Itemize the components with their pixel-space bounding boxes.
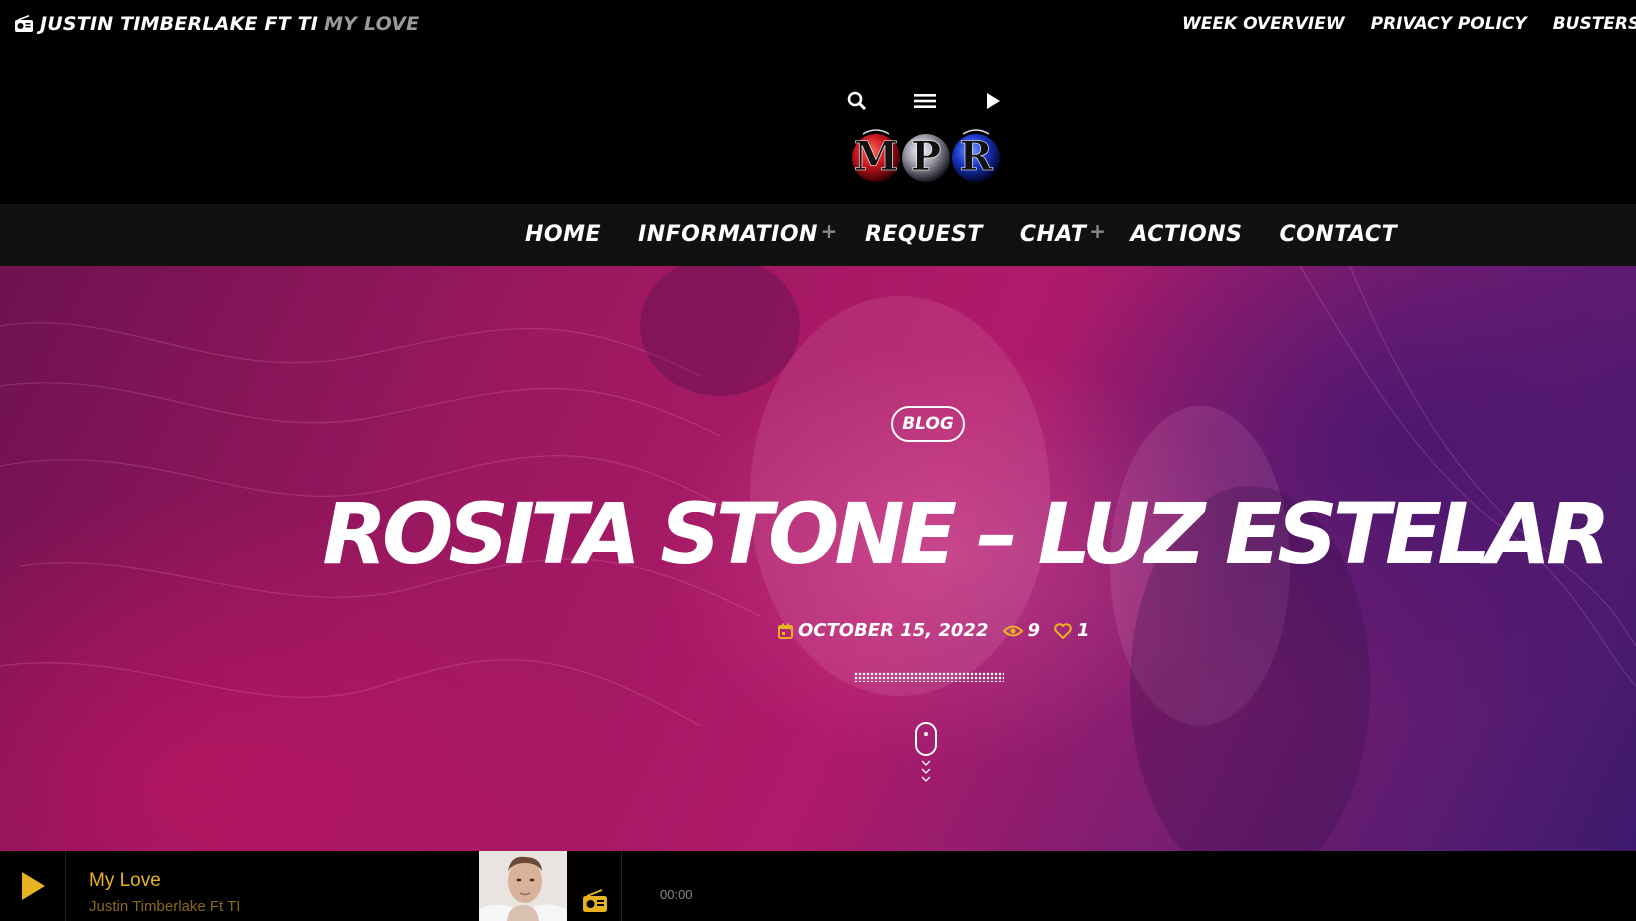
calendar-icon [778, 623, 793, 639]
nav-item-information[interactable]: INFORMATION + [638, 219, 837, 247]
post-date: OCTOBER 15, 2022 [778, 620, 989, 641]
post-date-text: OCTOBER 15, 2022 [798, 620, 989, 641]
dotted-divider [854, 672, 1004, 682]
radio-icon [582, 889, 607, 912]
now-playing-song: MY LOVE [324, 13, 420, 35]
now-playing-artist: JUSTIN TIMBERLAKE FT TI [40, 13, 319, 35]
player-track-title: My Love [89, 870, 161, 891]
radio-icon [15, 15, 33, 32]
nav-item-label: INFORMATION [638, 222, 818, 247]
now-playing-ticker[interactable]: JUSTIN TIMBERLAKE FT TI MY LOVE [14, 13, 419, 35]
menu-icon [914, 94, 936, 108]
album-art [479, 851, 567, 921]
nav-item-chat[interactable]: CHAT + [1019, 219, 1106, 247]
search-button[interactable] [846, 90, 868, 112]
svg-text:P: P [911, 133, 941, 180]
post-meta: OCTOBER 15, 2022 9 1 [778, 620, 1090, 641]
nav-item-contact[interactable]: CONTACT [1280, 222, 1398, 247]
play-icon [21, 872, 45, 900]
nav-item-label: ACTIONS [1130, 222, 1243, 247]
nav-item-home[interactable]: HOME [525, 222, 601, 247]
top-link-privacy-policy[interactable]: PRIVACY POLICY [1371, 14, 1527, 34]
menu-button[interactable] [914, 90, 936, 112]
category-badge[interactable]: BLOG [891, 406, 965, 442]
nav-item-label: HOME [525, 222, 602, 247]
post-views-count: 9 [1027, 620, 1041, 641]
post-likes-count: 1 [1077, 620, 1090, 641]
submenu-plus-icon[interactable]: + [1089, 219, 1106, 243]
search-icon [847, 91, 867, 111]
player-track-artist: Justin Timberlake Ft TI [89, 898, 241, 915]
svg-text:M: M [854, 133, 898, 180]
scroll-down-icon[interactable] [914, 722, 938, 788]
radio-station-button[interactable] [568, 851, 622, 921]
header-play-button[interactable] [982, 90, 1004, 112]
eye-icon [1002, 625, 1023, 636]
nav-item-label: REQUEST [864, 222, 983, 247]
top-link-busters[interactable]: BUSTERS [1553, 14, 1636, 34]
nav-item-label: CHAT [1019, 222, 1087, 247]
player-play-button[interactable] [0, 851, 66, 921]
post-title: ROSITA STONE – LUZ ESTELAR [322, 485, 1610, 583]
post-likes[interactable]: 1 [1054, 620, 1090, 641]
heart-icon [1054, 622, 1072, 639]
play-icon [987, 93, 1000, 109]
nav-item-actions[interactable]: ACTIONS [1130, 222, 1242, 247]
nav-item-label: CONTACT [1279, 222, 1398, 247]
svg-text:R: R [959, 133, 993, 180]
player-time: 00:00 [660, 887, 693, 902]
hero-banner: BLOG ROSITA STONE – LUZ ESTELAR OCTOBER … [0, 266, 1636, 851]
audio-player: My Love Justin Timberlake Ft TI 00:00 [0, 851, 1636, 921]
main-navigation: HOME INFORMATION + REQUEST CHAT + ACTION… [0, 204, 1636, 266]
site-logo[interactable]: M P R [843, 128, 1013, 184]
site-header: M P R [0, 52, 1636, 204]
top-bar: JUSTIN TIMBERLAKE FT TI MY LOVE WEEK OVE… [0, 0, 1636, 52]
submenu-plus-icon[interactable]: + [821, 219, 838, 243]
post-views: 9 [1002, 620, 1041, 641]
top-link-week-overview[interactable]: WEEK OVERVIEW [1182, 14, 1345, 34]
nav-item-request[interactable]: REQUEST [865, 222, 983, 247]
top-links: WEEK OVERVIEW PRIVACY POLICY BUSTERS CO [1182, 14, 1636, 34]
